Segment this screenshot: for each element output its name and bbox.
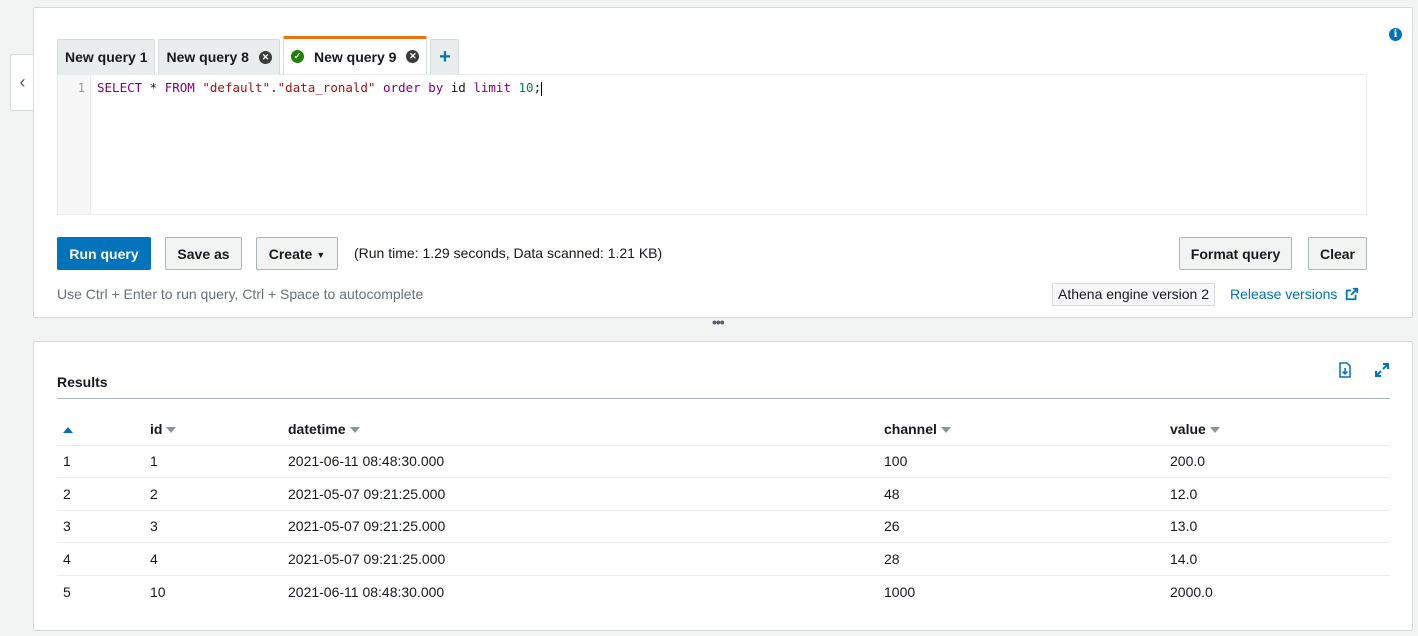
cell: 4 xyxy=(144,542,282,576)
tab-label: New query 9 xyxy=(313,48,397,65)
close-icon[interactable]: ✕ xyxy=(258,50,272,64)
cell: 12.0 xyxy=(1164,477,1390,511)
divider xyxy=(57,398,1390,399)
chevron-left-icon: ‹ xyxy=(19,72,26,92)
table-row: 3 3 2021-05-07 09:21:25.000 26 13.0 xyxy=(57,510,1390,544)
cell: 3 xyxy=(144,510,282,544)
cell: 2021-06-11 08:48:30.000 xyxy=(288,583,445,600)
run-query-button[interactable]: Run query xyxy=(57,237,151,270)
cell: 1 xyxy=(57,445,144,479)
run-stats: (Run time: 1.29 seconds, Data scanned: 1… xyxy=(354,245,663,261)
add-tab-button[interactable]: + xyxy=(430,39,460,74)
cell: 2000.0 xyxy=(1170,583,1213,600)
cell: 2 xyxy=(57,477,144,511)
cell: 10 xyxy=(150,583,166,600)
release-versions-link[interactable]: Release versions xyxy=(1230,286,1359,302)
text-cursor xyxy=(541,81,543,96)
query-editor-panel: i New query 1 New query 8 ✕ ✓ New query … xyxy=(33,7,1413,318)
column-header-value[interactable]: value xyxy=(1164,413,1390,446)
results-title: Results xyxy=(57,374,108,390)
create-label: Create xyxy=(268,245,313,262)
format-query-button[interactable]: Format query xyxy=(1179,237,1292,270)
sql-editor[interactable]: 1 SELECT * FROM "default"."data_ronald" … xyxy=(57,74,1367,215)
tab-new-query-1[interactable]: New query 1 xyxy=(57,39,156,74)
cell: 3 xyxy=(57,510,144,544)
column-header-id[interactable]: id xyxy=(144,413,282,446)
cell: 4 xyxy=(57,542,144,576)
info-icon[interactable]: i xyxy=(1389,28,1402,41)
cell: 100 xyxy=(878,445,1164,479)
sort-icon xyxy=(940,427,951,434)
table-row: 4 4 2021-05-07 09:21:25.000 28 14.0 xyxy=(57,542,1390,576)
row-number-header[interactable] xyxy=(57,413,144,446)
column-header-datetime[interactable]: datetime xyxy=(282,413,878,446)
cell: 200.0 xyxy=(1164,445,1390,479)
results-panel: Results id datetime channel value 1 1 20… xyxy=(33,341,1413,631)
table-row: 5 10 2021-06-11 08:48:30.000 1000 2000.0 xyxy=(57,575,1390,608)
line-number: 1 xyxy=(58,75,91,214)
cell: 14.0 xyxy=(1164,542,1390,576)
cell: 2021-05-07 09:21:25.000 xyxy=(282,510,878,544)
resize-handle[interactable]: ••• xyxy=(712,314,725,330)
create-dropdown-button[interactable]: Create ▼ xyxy=(256,237,338,270)
sort-icon xyxy=(1209,427,1220,434)
plus-icon: + xyxy=(439,45,451,68)
check-icon: ✓ xyxy=(290,50,304,63)
close-icon[interactable]: ✕ xyxy=(406,50,420,63)
tab-label: New query 1 xyxy=(65,49,148,65)
cell: 5 xyxy=(63,583,71,600)
cell: 13.0 xyxy=(1164,510,1390,544)
sort-asc-icon xyxy=(63,427,73,434)
tab-label: New query 8 xyxy=(166,49,249,65)
external-link-icon xyxy=(1346,287,1359,301)
tab-new-query-9[interactable]: ✓ New query 9 ✕ xyxy=(282,36,428,74)
tab-new-query-8[interactable]: New query 8 ✕ xyxy=(158,39,280,74)
cell: 1 xyxy=(144,445,282,479)
save-as-button[interactable]: Save as xyxy=(165,237,242,270)
engine-version-badge: Athena engine version 2 xyxy=(1052,283,1215,306)
query-tabs: New query 1 New query 8 ✕ ✓ New query 9 … xyxy=(57,36,460,74)
sort-icon xyxy=(166,427,177,434)
cell: 1000 xyxy=(884,583,916,600)
download-icon[interactable] xyxy=(1337,362,1353,378)
cell: 48 xyxy=(878,477,1164,511)
collapse-sidebar-button[interactable]: ‹ xyxy=(10,54,34,111)
cell: 2 xyxy=(144,477,282,511)
column-header-channel[interactable]: channel xyxy=(878,413,1164,446)
cell: 26 xyxy=(878,510,1164,544)
keyboard-hint: Use Ctrl + Enter to run query, Ctrl + Sp… xyxy=(57,286,424,302)
sort-icon xyxy=(349,427,360,434)
release-label: Release versions xyxy=(1230,286,1338,302)
expand-icon[interactable] xyxy=(1374,362,1390,378)
results-table: id datetime channel value 1 1 2021-06-11… xyxy=(57,413,1390,608)
chevron-down-icon: ▼ xyxy=(316,249,326,260)
table-row: 2 2 2021-05-07 09:21:25.000 48 12.0 xyxy=(57,477,1390,511)
cell: 28 xyxy=(878,542,1164,576)
cell: 2021-05-07 09:21:25.000 xyxy=(282,477,878,511)
table-row: 1 1 2021-06-11 08:48:30.000 100 200.0 xyxy=(57,445,1390,479)
cell: 2021-05-07 09:21:25.000 xyxy=(282,542,878,576)
clear-button[interactable]: Clear xyxy=(1308,237,1367,270)
table-header-row: id datetime channel value xyxy=(57,413,1390,446)
cell: 2021-06-11 08:48:30.000 xyxy=(282,445,878,479)
sql-code[interactable]: SELECT * FROM "default"."data_ronald" or… xyxy=(91,75,548,214)
